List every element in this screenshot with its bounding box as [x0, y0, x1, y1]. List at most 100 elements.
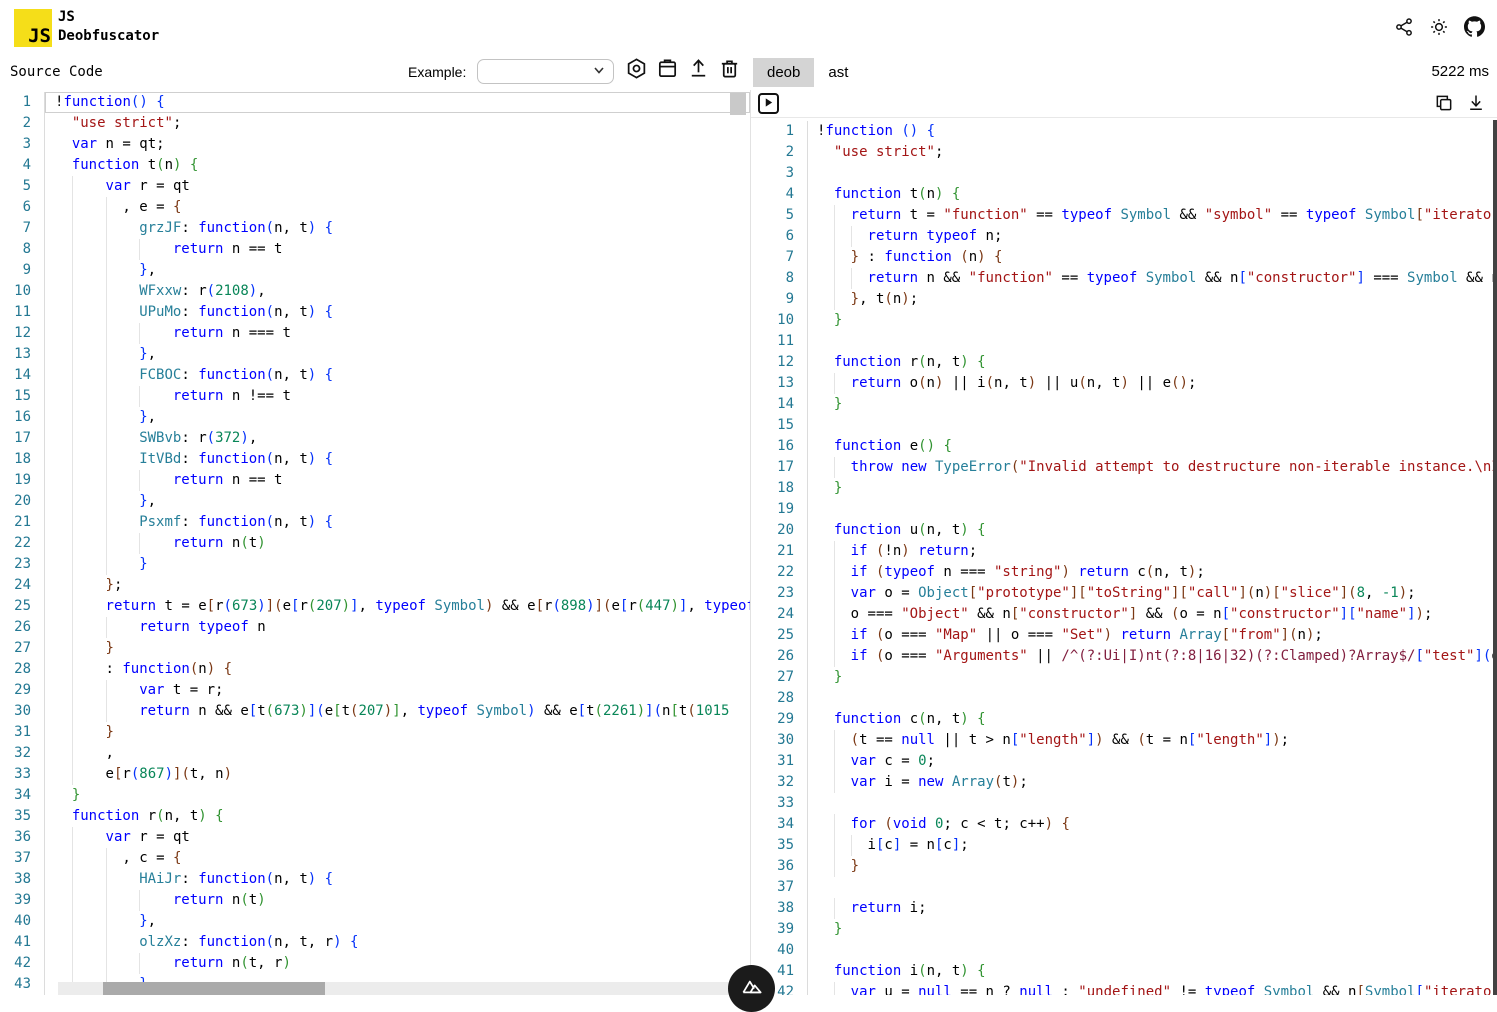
code-line: 4function t(n) {: [751, 184, 1497, 205]
code-line: 19: [751, 499, 1497, 520]
indent-guide: [72, 344, 73, 365]
code-line: 8return n == t: [0, 239, 750, 260]
indent-guide: [72, 869, 73, 890]
settings-button[interactable]: [625, 59, 647, 81]
indent-guide: [72, 239, 73, 260]
source-code-editor[interactable]: 1!function() {2"use strict";3var n = qt;…: [0, 92, 750, 995]
code-line: 29function c(n, t) {: [751, 709, 1497, 730]
code-line: 7} : function (n) {: [751, 247, 1497, 268]
paste-button[interactable]: [656, 59, 678, 81]
line-content: grzJF: function(n, t) {: [45, 218, 750, 239]
indent-guide: [106, 869, 107, 890]
line-number: 7: [751, 247, 808, 268]
line-number: 16: [751, 436, 808, 457]
line-number: 38: [751, 898, 808, 919]
line-content: SWBvb: r(372),: [45, 428, 750, 449]
indent-guide: [139, 470, 140, 491]
code-line: 8return n && "function" == typeof Symbol…: [751, 268, 1497, 289]
line-number: 26: [751, 646, 808, 667]
code-line: 39}: [751, 919, 1497, 940]
indent-guide: [139, 533, 140, 554]
line-number: 24: [751, 604, 808, 625]
line-number: 36: [0, 827, 45, 848]
line-number: 37: [0, 848, 45, 869]
code-line: 30(t == null || t > n["length"]) && (t =…: [751, 730, 1497, 751]
code-line: 14FCBOC: function(n, t) {: [0, 365, 750, 386]
github-link-button[interactable]: [1463, 17, 1485, 39]
line-content: return n && "function" == typeof Symbol …: [808, 268, 1497, 289]
indent-guide: [72, 449, 73, 470]
theme-toggle-button[interactable]: [1428, 17, 1450, 39]
run-button[interactable]: [758, 93, 779, 114]
code-line: 1!function () {: [751, 121, 1497, 142]
line-content: function i(n, t) {: [808, 961, 1497, 982]
line-number: 3: [751, 163, 808, 184]
output-vertical-scrollbar[interactable]: [1493, 120, 1497, 995]
line-content: [808, 877, 1497, 898]
source-horizontal-scrollbar[interactable]: [58, 982, 736, 995]
line-number: 3: [0, 134, 45, 155]
code-line: 38HAiJr: function(n, t) {: [0, 869, 750, 890]
code-line: 7grzJF: function(n, t) {: [0, 218, 750, 239]
line-number: 23: [751, 583, 808, 604]
indent-guide: [72, 827, 73, 848]
line-number: 19: [0, 470, 45, 491]
code-line: 13return o(n) || i(n, t) || u(n, t) || e…: [751, 373, 1497, 394]
upload-button[interactable]: [687, 59, 709, 81]
line-content: },: [45, 491, 750, 512]
trash-icon: [718, 57, 741, 83]
indent-guide: [72, 323, 73, 344]
source-vertical-scrollbar[interactable]: [730, 93, 746, 115]
floating-logo-button[interactable]: [728, 965, 775, 1012]
download-output-button[interactable]: [1465, 93, 1487, 115]
line-number: 27: [751, 667, 808, 688]
share-button[interactable]: [1393, 17, 1415, 39]
copy-output-button[interactable]: [1433, 93, 1455, 115]
indent-guide: [139, 890, 140, 911]
line-number: 27: [0, 638, 45, 659]
line-content: function u(n, t) {: [808, 520, 1497, 541]
clear-button[interactable]: [718, 59, 740, 81]
line-content: return o(n) || i(n, t) || u(n, t) || e()…: [808, 373, 1497, 394]
code-line: 12return n === t: [0, 323, 750, 344]
code-line: 36var r = qt: [0, 827, 750, 848]
line-content: , e = {: [45, 197, 750, 218]
line-content: !function() {: [45, 92, 750, 113]
tab-deob[interactable]: deob: [753, 58, 814, 87]
line-content: }: [45, 554, 750, 575]
line-content: FCBOC: function(n, t) {: [45, 365, 750, 386]
indent-guide: [106, 890, 107, 911]
indent-guide: [72, 428, 73, 449]
line-number: 40: [751, 940, 808, 961]
example-label: Example:: [408, 64, 466, 80]
indent-guide: [834, 982, 835, 995]
line-number: 32: [0, 743, 45, 764]
code-line: 20function u(n, t) {: [751, 520, 1497, 541]
line-number: 42: [0, 953, 45, 974]
example-select[interactable]: [477, 59, 614, 84]
output-code-editor[interactable]: 1!function () {2"use strict";34function …: [751, 121, 1497, 995]
indent-guide: [834, 226, 835, 247]
source-horizontal-scrollbar-thumb[interactable]: [103, 982, 325, 995]
tab-ast[interactable]: ast: [814, 58, 862, 87]
indent-guide: [72, 953, 73, 974]
indent-guide: [72, 365, 73, 386]
mountain-icon: [739, 974, 765, 1003]
indent-guide: [72, 197, 73, 218]
github-icon: [1464, 16, 1485, 40]
indent-guide: [106, 197, 107, 218]
line-number: 22: [751, 562, 808, 583]
line-number: 13: [751, 373, 808, 394]
line-number: 19: [751, 499, 808, 520]
line-number: 23: [0, 554, 45, 575]
code-line: 27}: [0, 638, 750, 659]
indent-guide: [834, 583, 835, 604]
line-number: 2: [751, 142, 808, 163]
code-line: 3var n = qt;: [0, 134, 750, 155]
line-number: 43: [0, 974, 45, 995]
indent-guide: [106, 239, 107, 260]
indent-guide: [72, 176, 73, 197]
line-content: return n !== t: [45, 386, 750, 407]
line-content: return n(t): [45, 890, 750, 911]
indent-guide: [72, 680, 73, 701]
